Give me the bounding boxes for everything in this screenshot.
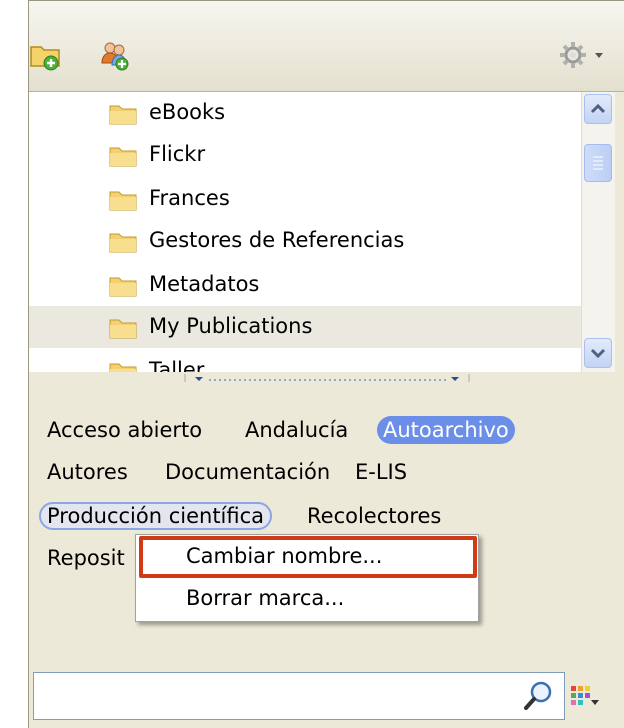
scroll-down-button[interactable] — [584, 338, 612, 368]
folder-add-icon[interactable] — [29, 39, 61, 71]
highlight-annotation — [139, 536, 477, 578]
folder-icon — [109, 319, 137, 339]
delete-tag-label: Borrar marca... — [186, 586, 345, 610]
tree-scrollbar[interactable] — [581, 92, 615, 372]
tree-item-label: Metadatos — [149, 272, 260, 296]
zotero-pane: eBooks Flickr Frances Gestores de Refere… — [28, 0, 624, 728]
tag-search-input[interactable] — [40, 681, 514, 713]
collections-tree[interactable]: eBooks Flickr Frances Gestores de Refere… — [29, 92, 581, 372]
folder-icon — [109, 363, 137, 372]
chevron-down-icon — [590, 348, 606, 359]
tree-item-label: Gestores de Referencias — [149, 228, 405, 252]
collections-toolbar — [29, 0, 624, 92]
tag[interactable]: E-LIS — [349, 458, 413, 486]
pane-splitter[interactable] — [29, 372, 624, 394]
delete-tag-menu-item[interactable]: Borrar marca... — [136, 579, 478, 619]
tree-item[interactable]: Metadatos — [29, 264, 581, 306]
tree-item-label: eBooks — [149, 100, 226, 124]
tag-search-field[interactable] — [33, 672, 565, 720]
search-icon[interactable] — [522, 679, 556, 713]
tree-item[interactable]: Frances — [29, 178, 581, 220]
tree-item[interactable]: Flickr — [29, 134, 581, 176]
tag[interactable]: Andalucía — [239, 416, 354, 444]
tree-item-label: Frances — [149, 186, 230, 210]
chevron-up-icon — [590, 103, 606, 114]
tree-item[interactable]: eBooks — [29, 92, 581, 134]
tree-item[interactable]: Taller — [29, 350, 581, 372]
tag[interactable]: Reposit — [41, 544, 131, 572]
tag-colors-icon[interactable] — [569, 682, 599, 712]
folder-icon — [109, 191, 137, 211]
scroll-thumb[interactable] — [584, 144, 612, 182]
tree-item-label: My Publications — [149, 314, 313, 338]
tag-context-target[interactable]: Producción científica — [39, 502, 273, 530]
tag[interactable]: Recolectores — [301, 502, 447, 530]
tag-selector: Acceso abierto Andalucía Autoarchivo Aut… — [29, 394, 624, 728]
folder-icon — [109, 105, 137, 125]
folder-icon — [109, 277, 137, 297]
tree-item-label: Flickr — [149, 142, 206, 166]
tag[interactable]: Autores — [41, 458, 134, 486]
tag[interactable]: Documentación — [159, 458, 336, 486]
folder-icon — [109, 233, 137, 253]
tag-selected[interactable]: Autoarchivo — [377, 416, 515, 444]
tree-item-label: Taller — [149, 358, 205, 372]
grip-icon — [593, 156, 603, 170]
group-add-icon[interactable] — [99, 39, 131, 71]
scroll-up-button[interactable] — [584, 94, 612, 124]
splitter-grip-icon — [184, 374, 470, 382]
gear-icon[interactable] — [557, 39, 607, 71]
tree-item[interactable]: Gestores de Referencias — [29, 220, 581, 262]
folder-icon — [109, 147, 137, 167]
tree-item[interactable]: My Publications — [29, 306, 581, 348]
tag[interactable]: Acceso abierto — [41, 416, 208, 444]
